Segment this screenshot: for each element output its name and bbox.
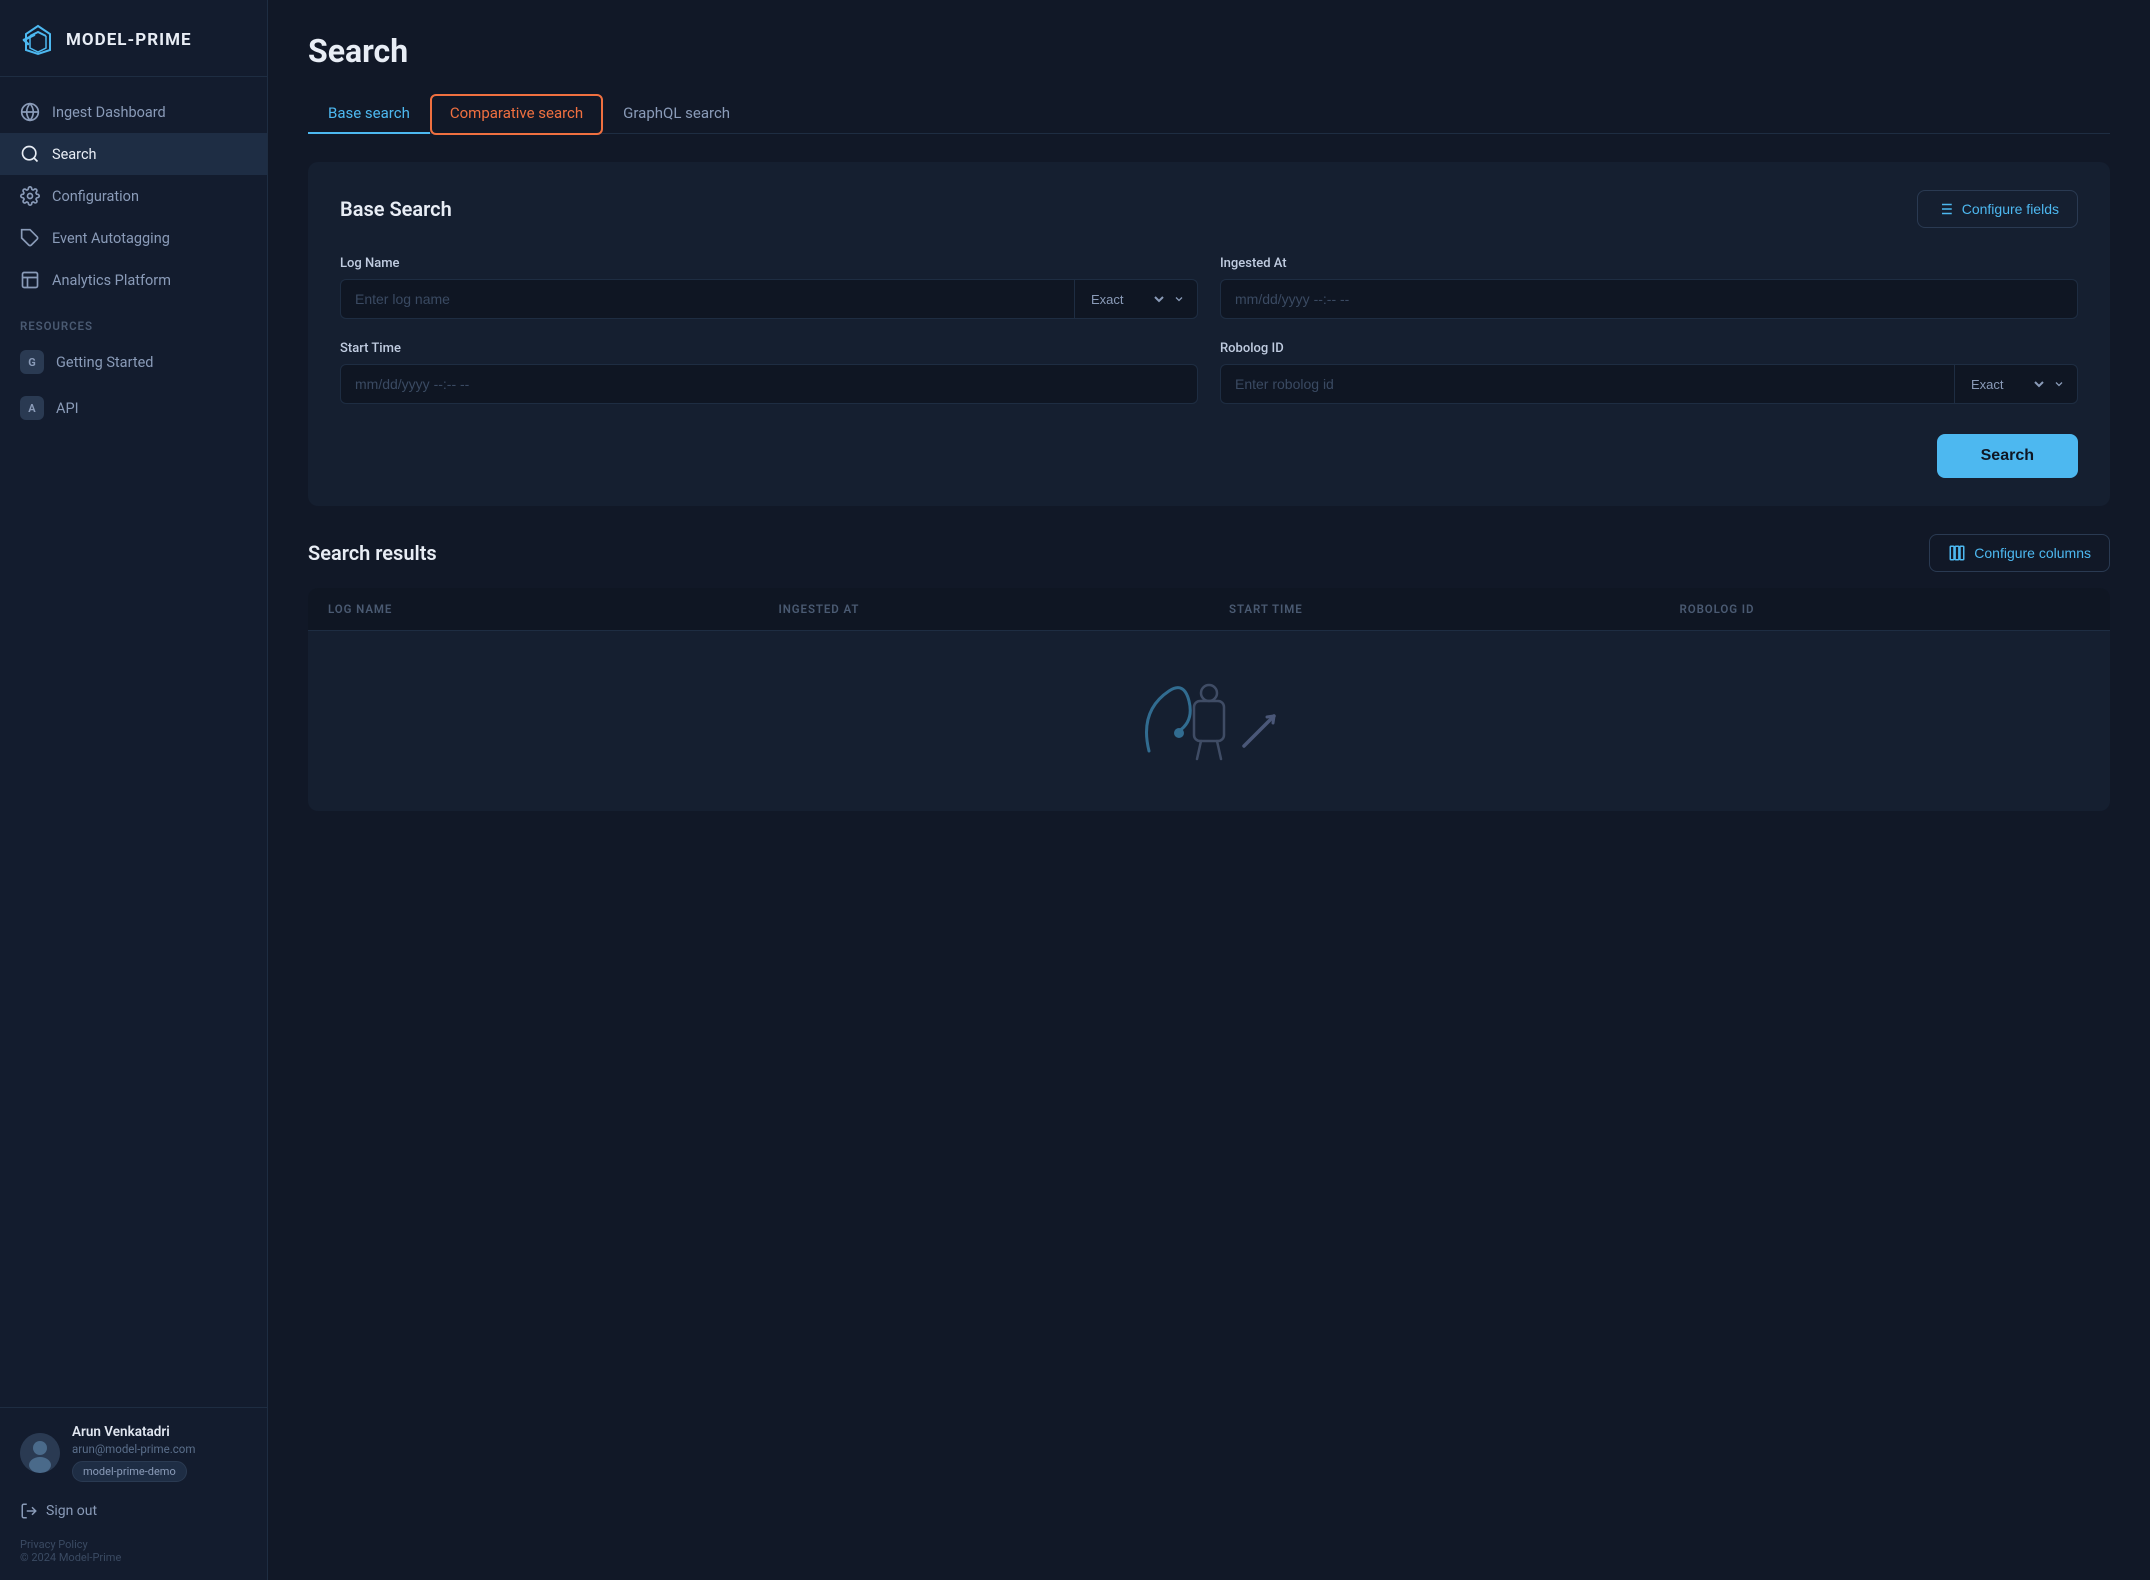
user-email: arun@model-prime.com <box>72 1442 247 1456</box>
chevron-down-icon <box>1173 293 1185 305</box>
tabs: Base search Comparative search GraphQL s… <box>308 94 2110 134</box>
results-table: LOG NAME INGESTED AT START TIME ROBOLOG … <box>308 588 2110 811</box>
sign-out-icon <box>20 1502 38 1520</box>
sign-out-button[interactable]: Sign out <box>20 1496 247 1526</box>
tab-graphql-search[interactable]: GraphQL search <box>603 94 750 134</box>
logo-icon <box>20 22 56 58</box>
empty-state-illustration <box>1129 671 1289 771</box>
table-body <box>308 631 2110 811</box>
sidebar-nav: Ingest Dashboard Search Configuration Ev… <box>0 77 267 1407</box>
app-name: MODEL-PRIME <box>66 30 192 50</box>
log-name-input[interactable] <box>340 279 1074 319</box>
resources-label: Resources <box>0 301 267 339</box>
sidebar-item-configuration[interactable]: Configuration <box>0 175 267 217</box>
robolog-id-label: Robolog ID <box>1220 341 2078 356</box>
start-time-group: Start Time <box>340 341 1198 404</box>
configure-fields-icon <box>1936 200 1954 218</box>
sidebar-item-label: API <box>56 400 79 417</box>
sidebar: MODEL-PRIME Ingest Dashboard Search Conf… <box>0 0 268 1580</box>
start-time-label: Start Time <box>340 341 1198 356</box>
sidebar-item-ingest-dashboard[interactable]: Ingest Dashboard <box>0 91 267 133</box>
base-search-title: Base Search <box>340 197 452 221</box>
sidebar-logo: MODEL-PRIME <box>0 0 267 77</box>
user-details: Arun Venkatadri arun@model-prime.com mod… <box>72 1424 247 1482</box>
robolog-id-input[interactable] <box>1220 364 1954 404</box>
configure-columns-button[interactable]: Configure columns <box>1929 534 2110 572</box>
results-title: Search results <box>308 541 437 565</box>
avatar <box>20 1433 60 1473</box>
sidebar-item-event-autotagging[interactable]: Event Autotagging <box>0 217 267 259</box>
robolog-id-match-select[interactable]: Exact Contains StartsWith <box>1954 364 2078 404</box>
globe-icon <box>20 102 40 122</box>
ingested-at-input[interactable] <box>1220 279 2078 319</box>
chart-icon <box>20 270 40 290</box>
sidebar-item-api[interactable]: A API <box>0 385 267 431</box>
log-name-match-select[interactable]: Exact Contains StartsWith EndsWith <box>1074 279 1198 319</box>
copyright: © 2024 Model-Prime <box>20 1551 121 1564</box>
search-button[interactable]: Search <box>1937 434 2078 478</box>
ingested-at-label: Ingested At <box>1220 256 2078 271</box>
configure-fields-label: Configure fields <box>1962 201 2059 217</box>
search-icon <box>20 144 40 164</box>
sidebar-item-label: Getting Started <box>56 354 153 371</box>
sidebar-item-label: Ingest Dashboard <box>52 104 166 121</box>
robolog-id-input-row: Exact Contains StartsWith <box>1220 364 2078 404</box>
chevron-down-icon <box>2053 378 2065 390</box>
tab-base-search[interactable]: Base search <box>308 94 430 134</box>
base-search-card: Base Search Configure fields Log Name <box>308 162 2110 506</box>
sign-out-label: Sign out <box>46 1503 97 1519</box>
log-name-group: Log Name Exact Contains StartsWith EndsW… <box>340 256 1198 319</box>
privacy-links: Privacy Policy © 2024 Model-Prime <box>20 1538 247 1564</box>
card-header: Base Search Configure fields <box>340 190 2078 228</box>
configure-fields-button[interactable]: Configure fields <box>1917 190 2078 228</box>
col-ingested-at: INGESTED AT <box>759 588 1210 630</box>
log-name-match-dropdown[interactable]: Exact Contains StartsWith EndsWith <box>1087 291 1167 308</box>
table-header: LOG NAME INGESTED AT START TIME ROBOLOG … <box>308 588 2110 631</box>
results-header: Search results Configure columns <box>308 534 2110 572</box>
resource-badge: G <box>20 350 44 374</box>
sidebar-item-analytics-platform[interactable]: Analytics Platform <box>0 259 267 301</box>
search-results-section: Search results Configure columns LOG NAM… <box>308 534 2110 811</box>
user-info: Arun Venkatadri arun@model-prime.com mod… <box>20 1424 247 1482</box>
search-btn-row: Search <box>340 434 2078 478</box>
col-log-name: LOG NAME <box>308 588 759 630</box>
search-form: Log Name Exact Contains StartsWith EndsW… <box>340 256 2078 478</box>
configure-columns-label: Configure columns <box>1974 545 2091 561</box>
robolog-id-match-dropdown[interactable]: Exact Contains StartsWith <box>1967 376 2047 393</box>
sidebar-item-label: Event Autotagging <box>52 230 170 247</box>
tag-icon <box>20 228 40 248</box>
resource-badge: A <box>20 396 44 420</box>
log-name-label: Log Name <box>340 256 1198 271</box>
privacy-policy-link[interactable]: Privacy Policy <box>20 1538 88 1551</box>
sidebar-item-label: Configuration <box>52 188 139 205</box>
log-name-input-row: Exact Contains StartsWith EndsWith <box>340 279 1198 319</box>
page-title: Search <box>308 32 2110 70</box>
user-name: Arun Venkatadri <box>72 1424 247 1440</box>
col-robolog-id: ROBOLOG ID <box>1660 588 2111 630</box>
robolog-id-group: Robolog ID Exact Contains StartsWith <box>1220 341 2078 404</box>
sidebar-item-getting-started[interactable]: G Getting Started <box>0 339 267 385</box>
col-start-time: START TIME <box>1209 588 1660 630</box>
sidebar-item-label: Analytics Platform <box>52 272 171 289</box>
gear-icon <box>20 186 40 206</box>
main-content: Search Base search Comparative search Gr… <box>268 0 2150 1580</box>
empty-illustration <box>1089 631 1329 811</box>
sidebar-bottom: Arun Venkatadri arun@model-prime.com mod… <box>0 1407 267 1580</box>
start-time-input[interactable] <box>340 364 1198 404</box>
user-workspace: model-prime-demo <box>72 1461 187 1482</box>
sidebar-item-label: Search <box>52 146 97 163</box>
ingested-at-group: Ingested At <box>1220 256 2078 319</box>
tab-comparative-search[interactable]: Comparative search <box>430 94 603 135</box>
sidebar-item-search[interactable]: Search <box>0 133 267 175</box>
configure-columns-icon <box>1948 544 1966 562</box>
